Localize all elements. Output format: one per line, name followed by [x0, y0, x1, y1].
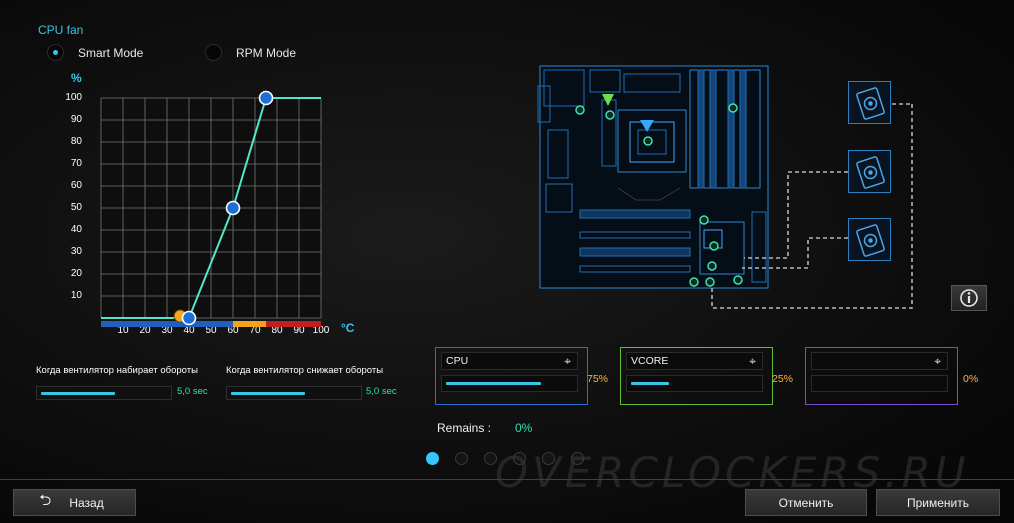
sensor-weight-fill — [446, 382, 541, 385]
sensor-weight-slider[interactable] — [811, 375, 948, 392]
y-tick-label: 100 — [65, 92, 82, 103]
sensor-weight-fill — [631, 382, 669, 385]
page-dot[interactable] — [426, 452, 439, 465]
sensor-percent-cpu: 75% — [587, 373, 609, 385]
cancel-button[interactable]: Отменить — [745, 489, 867, 516]
curve-control-point[interactable] — [181, 310, 197, 326]
back-button[interactable]: ⮌ Назад — [13, 489, 136, 516]
curve-control-point[interactable] — [225, 200, 241, 216]
y-axis-unit: % — [71, 71, 82, 85]
info-icon — [960, 289, 978, 307]
ramp-down-slider[interactable] — [226, 386, 362, 400]
cancel-button-label: Отменить — [778, 495, 834, 510]
ramp-up-slider-fill — [41, 392, 115, 395]
y-tick-label: 40 — [70, 224, 82, 235]
back-arrow-icon: ⮌ — [39, 492, 52, 509]
fan-header-3-icon[interactable] — [848, 218, 891, 261]
sensor-name: CPU — [446, 355, 469, 367]
ramp-up-slider[interactable] — [36, 386, 172, 400]
rpm-mode-label: RPM Mode — [236, 45, 297, 60]
fan-header-1-icon[interactable] — [848, 81, 891, 124]
sensor-percent-vcore: 25% — [772, 373, 794, 385]
fan-curve-chart[interactable] — [95, 90, 331, 330]
page-dot[interactable] — [455, 452, 468, 465]
sensor-box-vcore[interactable]: VCORE ⌖ — [620, 347, 773, 405]
ramp-down-slider-fill — [231, 392, 305, 395]
back-button-label: Назад — [69, 495, 104, 510]
y-tick-label: 50 — [70, 202, 82, 213]
info-button[interactable] — [951, 285, 987, 311]
temperature-band — [101, 321, 233, 327]
sensor-box-empty[interactable]: ⌖ — [805, 347, 958, 405]
sensor-source-select[interactable]: ⌖ — [811, 352, 948, 370]
rpm-mode-radio[interactable]: RPM Mode — [205, 44, 296, 61]
y-tick-label: 30 — [70, 246, 82, 257]
remains-value: 0% — [515, 421, 533, 435]
x-axis-unit: °C — [341, 321, 355, 335]
temperature-band — [266, 321, 321, 327]
smart-mode-label: Smart Mode — [78, 45, 144, 60]
cpu-fan-title: CPU fan — [38, 23, 84, 37]
smart-mode-radio[interactable]: Smart Mode — [47, 44, 143, 61]
ramp-down-label: Когда вентилятор снижает обороты — [226, 365, 384, 376]
fan-header-2-icon[interactable] — [848, 150, 891, 193]
y-tick-label: 90 — [70, 114, 82, 125]
apply-button-label: Применить — [906, 495, 969, 510]
sensor-box-cpu[interactable]: CPU ⌖ — [435, 347, 588, 405]
ramp-down-value: 5,0 sec — [366, 386, 397, 397]
footer-divider — [0, 479, 1014, 480]
curve-control-point[interactable] — [258, 90, 274, 106]
temperature-bands — [101, 321, 321, 327]
sensor-source-select[interactable]: CPU ⌖ — [441, 352, 578, 370]
y-tick-label: 80 — [70, 136, 82, 147]
ramp-up-value: 5,0 sec — [177, 386, 208, 397]
rpm-mode-radio-dot[interactable] — [205, 44, 222, 61]
sensor-weight-slider[interactable] — [441, 375, 578, 392]
crosshair-icon[interactable]: ⌖ — [564, 355, 571, 367]
y-tick-label: 20 — [70, 268, 82, 279]
y-tick-label: 10 — [70, 290, 82, 301]
y-tick-label: 70 — [70, 158, 82, 169]
sensor-name: VCORE — [631, 355, 669, 367]
y-tick-label: 60 — [70, 180, 82, 191]
sensor-percent-empty: 0% — [963, 373, 979, 385]
ramp-up-label: Когда вентилятор набирает обороты — [36, 365, 198, 376]
crosshair-icon[interactable]: ⌖ — [749, 355, 756, 367]
temperature-band — [233, 321, 266, 327]
remains-label: Remains : — [437, 421, 492, 435]
sensor-source-select[interactable]: VCORE ⌖ — [626, 352, 763, 370]
smart-mode-radio-dot[interactable] — [47, 44, 64, 61]
crosshair-icon[interactable]: ⌖ — [934, 355, 941, 367]
apply-button[interactable]: Применить — [876, 489, 1000, 516]
sensor-weight-slider[interactable] — [626, 375, 763, 392]
